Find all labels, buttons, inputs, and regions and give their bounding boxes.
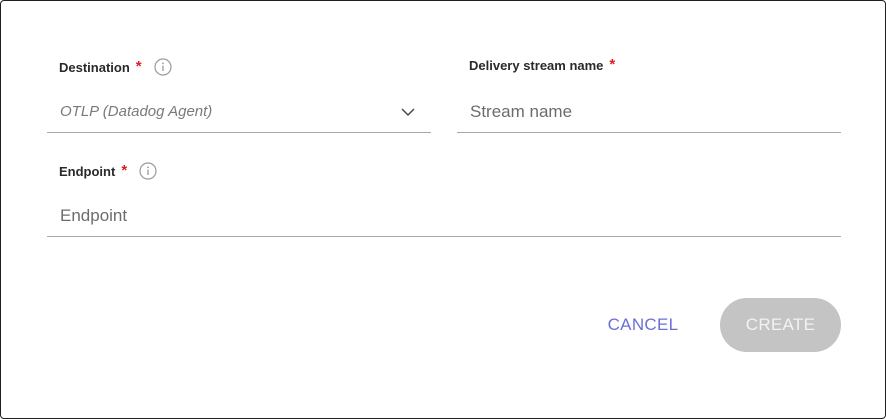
destination-label: Destination * xyxy=(59,58,172,76)
endpoint-label-text: Endpoint xyxy=(59,163,116,179)
info-icon[interactable] xyxy=(139,162,157,180)
cancel-button[interactable]: CANCEL xyxy=(587,299,699,351)
create-button[interactable]: CREATE xyxy=(720,298,841,352)
create-stream-dialog: Destination * OTLP (Datadog Agent) Deliv… xyxy=(0,0,886,419)
stream-name-placeholder: Stream name xyxy=(470,102,573,121)
chevron-down-icon[interactable] xyxy=(399,103,417,121)
endpoint-label: Endpoint * xyxy=(59,162,157,180)
endpoint-required-mark: * xyxy=(121,161,128,179)
info-icon[interactable] xyxy=(154,58,172,76)
stream-name-required-mark: * xyxy=(609,56,616,73)
destination-label-text: Destination xyxy=(59,59,130,75)
stream-name-label: Delivery stream name * xyxy=(469,56,616,73)
endpoint-input[interactable]: Endpoint xyxy=(47,195,841,237)
stream-name-input[interactable]: Stream name xyxy=(457,91,841,133)
destination-select-value: OTLP (Datadog Agent) xyxy=(60,103,213,120)
destination-required-mark: * xyxy=(135,57,142,75)
endpoint-placeholder: Endpoint xyxy=(60,206,128,225)
destination-select[interactable]: OTLP (Datadog Agent) xyxy=(47,91,431,133)
stream-name-label-text: Delivery stream name xyxy=(469,58,604,73)
